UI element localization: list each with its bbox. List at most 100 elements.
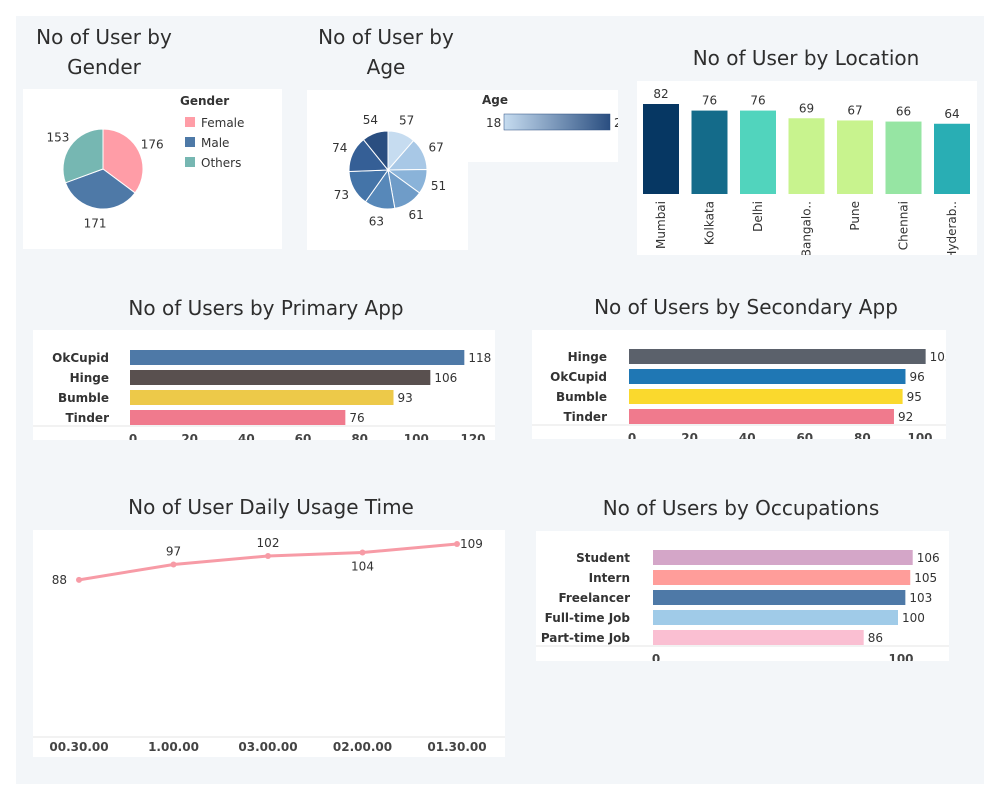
age-legend-title: Age: [482, 93, 508, 107]
location-bar-kolkata: [691, 110, 728, 194]
secondary-app-category-label-okcupid: OkCupid: [550, 370, 607, 384]
location-category-label-bangalo: Bangalo..: [800, 201, 814, 255]
location-bar-delhi: [740, 110, 776, 194]
primary-app-bar-tinder: [130, 410, 346, 425]
secondary-app-category-label-bumble: Bumble: [556, 390, 607, 404]
usage-time-point-02-00-00: [359, 549, 366, 556]
primary-app-chart-panel: OkCupid 118 Hinge 106 Bumble 93 Tinder 76 0 20 40 6…: [33, 330, 495, 446]
primary-app-tick-label-60: 60: [295, 432, 312, 440]
location-bar-pune: [837, 120, 873, 194]
primary-app-chart-title: No of Users by Primary App: [128, 296, 404, 320]
gender-chart-title: No of User by Gender: [36, 25, 172, 79]
occupations-category-label-student: Student: [576, 551, 630, 565]
occupations-category-label-intern: Intern: [589, 571, 630, 585]
secondary-app-bar-okcupid: [629, 369, 906, 384]
secondary-app-tick-label-0: 0: [628, 431, 636, 439]
primary-app-category-label-okcupid: OkCupid: [52, 351, 109, 365]
age-pie-chart: 57 67 51 61 63 73 74 54: [332, 113, 446, 229]
gender-legend-label-male: Male: [201, 136, 229, 150]
location-bar-mumbai: [643, 104, 679, 194]
secondary-app-tick-label-20: 20: [681, 431, 698, 439]
occupations-bar-student: [653, 550, 913, 565]
usage-time-tick-label-1-00-00: 1.00.00: [148, 740, 199, 754]
gender-legend-label-others: Others: [201, 156, 241, 170]
usage-time-tick-label-00-30-00: 00.30.00: [49, 740, 108, 754]
location-value-label-chennai: 66: [896, 105, 911, 119]
usage-time-chart-title: No of User Daily Usage Time: [128, 495, 414, 519]
primary-app-tick-label-80: 80: [351, 432, 368, 440]
age-legend-panel: Age 18 25: [468, 90, 629, 162]
occupations-bar-full-time-job: [653, 610, 898, 625]
secondary-app-tick-label-100: 100: [907, 431, 932, 439]
secondary-app-value-label-tinder: 92: [898, 410, 913, 424]
location-bar-bangalo: [788, 118, 825, 194]
location-value-label-pune: 67: [847, 103, 862, 117]
occupations-value-label-full-time-job: 100: [902, 611, 925, 625]
primary-app-value-label-hinge: 106: [434, 371, 457, 385]
secondary-app-bar-tinder: [629, 409, 894, 424]
location-bar-chart: 82 Mumbai 76 Kolkata 76 Delhi 69 Bangalo.. 67 Pun…: [643, 87, 970, 260]
location-bar-hyderab: [934, 123, 970, 194]
age-chart-title: No of User by Age: [318, 25, 454, 79]
gender-value-label-others: 153: [46, 131, 69, 145]
location-category-label-kolkata: Kolkata: [703, 201, 717, 245]
primary-app-tick-label-100: 100: [404, 432, 429, 440]
usage-time-point-00-30-00: [76, 576, 82, 583]
occupations-bar-intern: [653, 570, 911, 585]
secondary-app-chart-panel: Hinge 103 OkCupid 96 Bumble 95 Tinder 92 0 20 40 60…: [532, 330, 953, 445]
age-legend-max-label: 25: [614, 116, 618, 130]
primary-app-tick-label-20: 20: [181, 432, 198, 440]
primary-app-category-label-tinder: Tinder: [66, 411, 110, 425]
occupations-bar-freelancer: [653, 590, 906, 605]
age-legend-gradient: [503, 113, 611, 131]
location-value-label-delhi: 76: [750, 94, 765, 108]
location-category-label-mumbai: Mumbai: [654, 201, 668, 249]
age-color-legend: Age 18 25: [482, 93, 629, 131]
primary-app-tick-label-120: 120: [460, 432, 485, 440]
primary-app-bar-bumble: [130, 390, 394, 405]
location-category-label-hyderab: Hyderab..: [945, 201, 959, 255]
usage-time-tick-label-01-30-00: 01.30.00: [427, 740, 486, 754]
gender-legend-label-female: Female: [201, 116, 244, 130]
usage-time-point-03-00-00: [265, 552, 271, 559]
gender-legend-title: Gender: [180, 94, 229, 108]
occupations-tick-label-0: 0: [652, 652, 660, 661]
location-value-label-hyderab: 64: [944, 107, 959, 121]
primary-app-bar-okcupid: [130, 350, 465, 365]
secondary-app-bar-bumble: [629, 389, 903, 404]
secondary-app-bar-hinge: [629, 349, 926, 364]
age-value-label-24: 74: [332, 141, 347, 155]
location-chart-panel: 82 Mumbai 76 Kolkata 76 Delhi 69 Bangalo.. 67 Pun…: [637, 81, 977, 260]
gender-legend-swatch-female: [185, 117, 195, 127]
age-value-label-20: 51: [431, 179, 446, 193]
age-value-label-23: 73: [334, 188, 349, 202]
usage-time-value-label-03-00-00: 102: [257, 536, 280, 550]
occupations-value-label-intern: 105: [914, 571, 937, 585]
age-value-label-19: 67: [428, 141, 443, 155]
age-value-label-18: 57: [399, 113, 414, 127]
location-chart-title: No of User by Location: [692, 46, 920, 70]
occupations-category-label-freelancer: Freelancer: [558, 591, 630, 605]
age-value-label-22: 63: [369, 215, 384, 229]
location-category-label-delhi: Delhi: [751, 201, 765, 232]
location-value-label-kolkata: 76: [702, 94, 717, 108]
primary-app-value-label-okcupid: 118: [468, 351, 491, 365]
occupations-value-label-part-time-job: 86: [868, 631, 883, 645]
secondary-app-category-label-tinder: Tinder: [564, 410, 608, 424]
location-value-label-mumbai: 82: [653, 87, 668, 101]
primary-app-tick-label-0: 0: [129, 432, 137, 440]
location-bar-chennai: [885, 121, 922, 194]
secondary-app-bar-chart: Hinge 103 OkCupid 96 Bumble 95 Tinder 92 0 20 40 60…: [532, 349, 953, 445]
secondary-app-category-label-hinge: Hinge: [568, 350, 607, 364]
location-category-label-chennai: Chennai: [897, 201, 911, 250]
gender-chart-panel: 176 171 153 Gender Female Male Others: [23, 89, 282, 249]
occupations-chart-panel: Student 106 Intern 105 Freelancer 103 Full-tim…: [536, 531, 949, 666]
occupations-bar-chart: Student 106 Intern 105 Freelancer 103 Full-tim…: [536, 550, 949, 666]
gender-value-label-male: 171: [84, 216, 107, 230]
usage-time-tick-label-02-00-00: 02.00.00: [333, 740, 392, 754]
secondary-app-tick-label-40: 40: [739, 431, 756, 439]
usage-time-value-label-02-00-00: 104: [351, 560, 374, 574]
age-legend-min-label: 18: [486, 116, 501, 130]
occupations-bar-part-time-job: [653, 630, 864, 645]
gender-value-label-female: 176: [141, 137, 164, 151]
